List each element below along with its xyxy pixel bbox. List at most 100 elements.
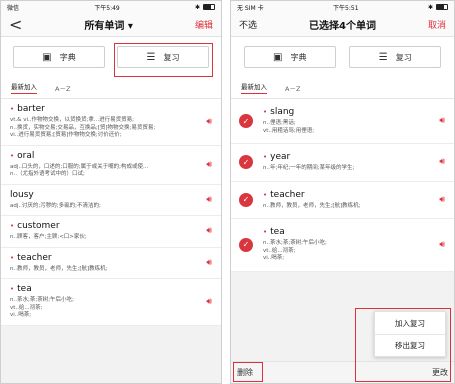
word-definition: adj..口头的，口述的;口服的;属于或关于嘴的;构成或使... n..（尤指外… (10, 163, 149, 178)
list-item[interactable]: • oral adj..口头的，口述的;口服的;属于或关于嘴的;构成或使... n… (1, 146, 221, 185)
list-item[interactable]: lousy adj..讨厌的;污秽的;多虱的;不清洁的; 🔊︎ (1, 185, 221, 216)
tab-newest[interactable]: 最新加入 (241, 81, 267, 94)
list-item[interactable]: • tea n..茶水;茶;茶树;午后小吃; vt..给...沏茶; vi..喝茶… (1, 279, 221, 326)
word-text: slang (270, 107, 295, 117)
list-icon: ☰ (378, 51, 388, 63)
word-text: barter (17, 104, 45, 114)
change-button[interactable]: 更改 (432, 367, 448, 378)
list-item[interactable]: • customer n..顾客，客户;主顾;<口>家伙; 🔊︎ (1, 216, 221, 248)
remove-from-review-button[interactable]: 移出复习 (375, 334, 445, 356)
back-icon[interactable]: < (9, 16, 22, 33)
list-item[interactable]: ✓ • year n..年;年纪;一年的期间;某年级的学生; 🔊︎ (231, 144, 454, 182)
sort-tabs: 最新加入 A－Z (1, 77, 221, 99)
list-item[interactable]: ✓ • tea n..茶水;茶;茶树;午后小吃; vt..给...沏茶; vi..… (231, 219, 454, 272)
speaker-icon[interactable]: 🔊︎ (206, 258, 212, 268)
bullet-icon: • (263, 228, 268, 236)
word-text: oral (17, 150, 35, 161)
word-text: teacher (270, 189, 305, 200)
carrier-label: 无 SIM 卡 (237, 4, 264, 12)
check-icon[interactable]: ✓ (239, 155, 253, 170)
speaker-icon[interactable]: 🔊︎ (206, 195, 212, 205)
word-definition: n..顾客，客户;主顾;<口>家伙; (10, 234, 87, 240)
bullet-icon: • (263, 153, 268, 161)
nav-bar: < 所有单词 ▾ 编辑 (1, 13, 221, 37)
speaker-icon[interactable]: 🔊︎ (206, 117, 212, 127)
word-text: tea (17, 284, 32, 294)
sort-tabs: 最新加入 A－Z (231, 77, 454, 99)
word-definition: n..茶水;茶;茶树;午后小吃; vt..给...沏茶; vi..喝茶; (10, 297, 74, 318)
review-label: 复习 (395, 52, 412, 62)
speaker-icon[interactable]: 🔊︎ (206, 160, 212, 170)
dictionary-icon: ▣ (273, 51, 283, 63)
dictionary-label: 字典 (59, 52, 76, 62)
check-icon[interactable]: ✓ (239, 237, 253, 252)
status-icons: ✱ (195, 4, 215, 11)
status-bar: 无 SIM 卡 下午5:51 ✱ (231, 1, 454, 13)
word-definition: n..教师，教员，老师，先生;[航]教练机; (10, 265, 108, 272)
time-label: 下午5:51 (333, 4, 359, 12)
speaker-icon[interactable]: 🔊︎ (439, 116, 445, 126)
speaker-icon[interactable]: 🔊︎ (439, 157, 445, 167)
check-icon[interactable]: ✓ (239, 114, 253, 128)
list-item[interactable]: ✓ • teacher n..教师，教员，老师，先生;[航]教练机; 🔊︎ (231, 182, 454, 219)
dictionary-icon: ▣ (42, 51, 52, 63)
tab-a-z[interactable]: A－Z (285, 83, 300, 93)
word-text: year (270, 152, 291, 162)
battery-icon (203, 4, 215, 10)
bottom-toolbar: 删除 更改 (231, 361, 454, 383)
action-bar: ▣ 字典 ☰ 复习 (1, 37, 221, 77)
word-text: lousy (10, 189, 34, 200)
nav-bar: 不选 已选择4个单词 取消 (231, 13, 454, 37)
add-to-review-button[interactable]: 加入复习 (375, 312, 445, 334)
word-text: teacher (17, 252, 52, 263)
word-list: ✓ • slang n..俚语;黑话; vt..用粗话骂;用俚语; 🔊︎ ✓ • y… (231, 99, 454, 272)
action-bar: ▣ 字典 ☰ 复习 (231, 37, 454, 77)
bullet-icon: • (10, 253, 15, 262)
review-button[interactable]: ☰ 复习 (117, 46, 209, 68)
speaker-icon[interactable]: 🔊︎ (439, 195, 445, 205)
screen-all-words: 微信 下午5:49 ✱ < 所有单词 ▾ 编辑 ▣ 字典 ☰ 复习 最新加入 A… (0, 0, 222, 384)
edit-button[interactable]: 编辑 (195, 18, 213, 31)
cancel-button[interactable]: 取消 (428, 18, 446, 31)
review-button[interactable]: ☰ 复习 (349, 46, 442, 68)
list-item[interactable]: • barter vt.& vi..作物物交换，以货换货;拿...进行易货贸易; … (1, 99, 221, 146)
time-label: 下午5:49 (94, 4, 120, 12)
dictionary-button[interactable]: ▣ 字典 (243, 46, 336, 68)
word-definition: n..俚语;黑话; vt..用粗话骂;用俚语; (263, 120, 315, 134)
list-item[interactable]: ✓ • slang n..俚语;黑话; vt..用粗话骂;用俚语; 🔊︎ (231, 99, 454, 144)
bullet-icon: • (263, 190, 268, 199)
word-definition: n..教师，教员，老师，先生;[航]教练机; (263, 202, 361, 209)
list-item[interactable]: • teacher n..教师，教员，老师，先生;[航]教练机; 🔊︎ (1, 248, 221, 279)
screen-select-words: 无 SIM 卡 下午5:51 ✱ 不选 已选择4个单词 取消 ▣ 字典 ☰ 复习… (230, 0, 455, 384)
bullet-icon: • (10, 285, 15, 293)
carrier-label: 微信 (7, 4, 20, 12)
tab-a-z[interactable]: A－Z (55, 83, 70, 93)
bullet-icon: • (263, 108, 268, 116)
delete-button[interactable]: 删除 (237, 367, 253, 378)
battery-icon (436, 4, 448, 10)
review-popup-menu: 加入复习 移出复习 (374, 311, 446, 357)
bluetooth-icon: ✱ (427, 3, 433, 11)
word-definition: adj..讨厌的;污秽的;多虱的;不清洁的; (10, 202, 101, 209)
tab-newest[interactable]: 最新加入 (11, 81, 37, 94)
status-bar: 微信 下午5:49 ✱ (1, 1, 221, 13)
dictionary-button[interactable]: ▣ 字典 (13, 46, 105, 68)
status-icons: ✱ (428, 4, 448, 11)
list-icon: ☰ (146, 51, 156, 63)
review-label: 复习 (163, 52, 180, 62)
speaker-icon[interactable]: 🔊︎ (439, 240, 445, 250)
word-definition: vt.& vi..作物物交换，以货换货;拿...进行易货贸易; n..换货，实物… (10, 117, 156, 138)
word-list: • barter vt.& vi..作物物交换，以货换货;拿...进行易货贸易; … (1, 99, 221, 326)
bullet-icon: • (10, 222, 15, 230)
dictionary-label: 字典 (290, 52, 307, 62)
word-text: tea (270, 227, 285, 237)
word-definition: n..年;年纪;一年的期间;某年级的学生; (263, 165, 355, 171)
bluetooth-icon: ✱ (194, 3, 200, 11)
page-title: 已选择4个单词 (309, 21, 376, 32)
word-definition: n..茶水;茶;茶树;午后小吃; vt..给...沏茶; vi..喝茶; (263, 240, 327, 261)
page-title[interactable]: 所有单词 ▾ (84, 17, 133, 32)
speaker-icon[interactable]: 🔊︎ (206, 297, 212, 307)
check-icon[interactable]: ✓ (239, 192, 253, 207)
deselect-button[interactable]: 不选 (239, 18, 257, 31)
speaker-icon[interactable]: 🔊︎ (206, 226, 212, 236)
